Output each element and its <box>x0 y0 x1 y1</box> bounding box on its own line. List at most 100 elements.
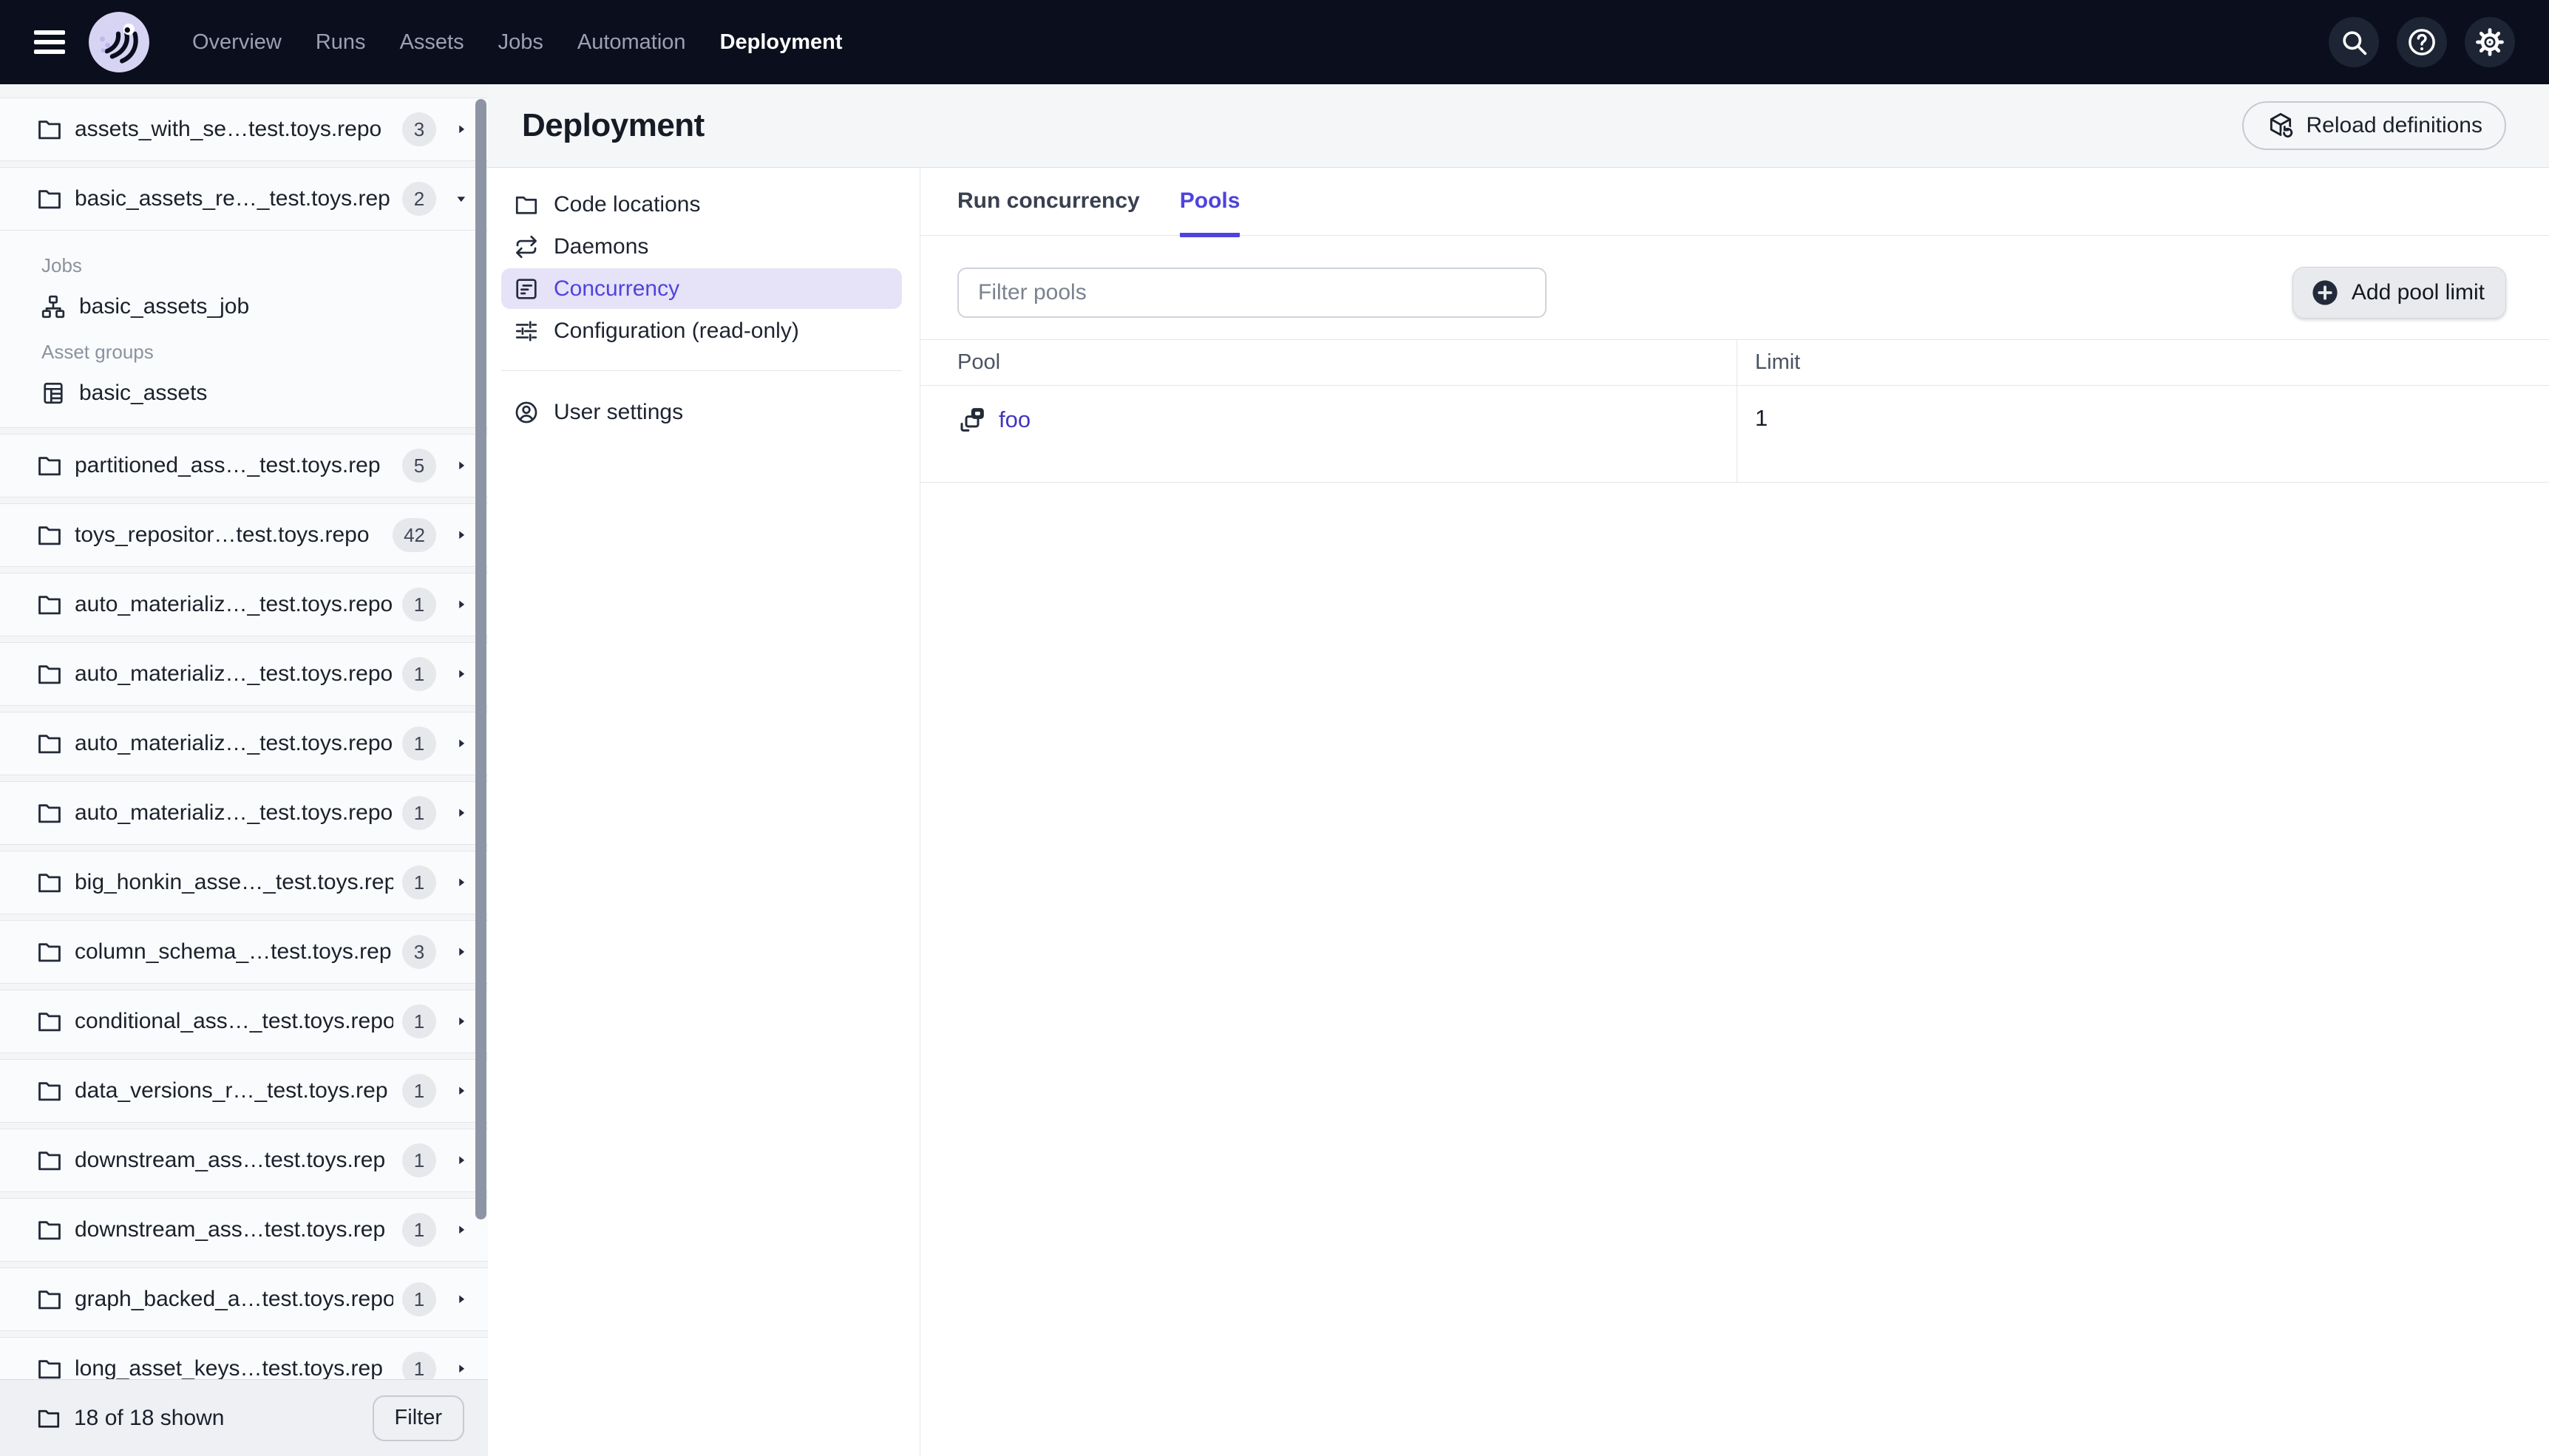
help-icon[interactable] <box>2397 17 2447 67</box>
repository-row-header[interactable]: basic_assets_re…_test.toys.rep 2 <box>0 168 488 230</box>
repository-row-header[interactable]: auto_materializ…_test.toys.repo 1 <box>0 643 488 705</box>
repository-name: auto_materializ…_test.toys.repo <box>75 661 393 686</box>
chevron-right-icon[interactable] <box>452 666 470 682</box>
repository-name: big_honkin_asse…_test.toys.rep <box>75 870 393 894</box>
chevron-right-icon[interactable] <box>452 121 470 137</box>
hamburger-menu-icon[interactable] <box>34 25 65 59</box>
repository-row-header[interactable]: data_versions_r…_test.toys.rep 1 <box>0 1060 488 1122</box>
topnav-item-jobs[interactable]: Jobs <box>498 30 543 55</box>
page-header: Deployment Reload definitions <box>488 84 2549 168</box>
repository-row-header[interactable]: auto_materializ…_test.toys.repo 1 <box>0 782 488 844</box>
repository-row: downstream_ass…test.toys.rep 1 <box>0 1129 488 1192</box>
pool-name: foo <box>999 406 1031 432</box>
reload-definitions-button[interactable]: Reload definitions <box>2241 101 2506 150</box>
settings-gear-icon[interactable] <box>2465 17 2515 67</box>
sidebar-item-basic-assets-job[interactable]: basic_assets_job <box>40 293 488 320</box>
sidebar-scrollbar[interactable] <box>475 99 486 1219</box>
settings-nav-label: Daemons <box>554 234 649 259</box>
repository-name: conditional_ass…_test.toys.repo <box>75 1009 393 1033</box>
chevron-right-icon[interactable] <box>452 874 470 891</box>
pool-link-foo[interactable]: foo <box>957 405 1031 435</box>
chevron-right-icon[interactable] <box>452 527 470 543</box>
chevron-right-icon[interactable] <box>452 805 470 821</box>
chevron-right-icon[interactable] <box>452 735 470 752</box>
repository-row-header[interactable]: auto_materializ…_test.toys.repo 1 <box>0 574 488 636</box>
repository-row-header[interactable]: partitioned_ass…_test.toys.rep 5 <box>0 435 488 497</box>
top-nav-items: Overview Runs Assets Jobs Automation Deployme… <box>192 30 843 55</box>
main-area: Deployment Reload definitions Code locat… <box>488 84 2549 1456</box>
repository-name: auto_materializ…_test.toys.repo <box>75 800 393 825</box>
settings-nav-item-user-settings[interactable]: User settings <box>501 392 902 432</box>
tab-pools[interactable]: Pools <box>1179 188 1240 237</box>
repository-row-header[interactable]: downstream_ass…test.toys.rep 1 <box>0 1199 488 1261</box>
chevron-right-icon[interactable] <box>452 1152 470 1168</box>
topnav-item-runs[interactable]: Runs <box>316 30 366 55</box>
repository-row-header[interactable]: graph_backed_a…test.toys.repo 1 <box>0 1268 488 1330</box>
folder-icon <box>35 1355 64 1379</box>
chevron-right-icon[interactable] <box>452 1361 470 1377</box>
sidebar-item-label: basic_assets_job <box>79 294 250 319</box>
repository-row-header[interactable]: conditional_ass…_test.toys.repo 1 <box>0 990 488 1052</box>
asset-count-badge: 1 <box>402 1074 436 1108</box>
sidebar-item-basic-assets[interactable]: basic_assets <box>40 380 488 406</box>
settings-nav-item-concurrency[interactable]: Concurrency <box>501 268 902 309</box>
filter-pools-input[interactable] <box>957 268 1547 318</box>
asset-count-badge: 1 <box>402 1213 436 1247</box>
repository-row: basic_assets_re…_test.toys.rep 2 Jobs basic… <box>0 167 488 428</box>
chevron-right-icon[interactable] <box>452 1222 470 1238</box>
tab-run-concurrency[interactable]: Run concurrency <box>957 188 1140 237</box>
user-icon <box>513 399 540 426</box>
topnav-item-overview[interactable]: Overview <box>192 30 282 55</box>
repository-row-header[interactable]: downstream_ass…test.toys.rep 1 <box>0 1129 488 1191</box>
settings-nav-label: User settings <box>554 399 684 424</box>
repository-row: graph_backed_a…test.toys.repo 1 <box>0 1268 488 1331</box>
folder-icon <box>35 1077 64 1105</box>
page-title: Deployment <box>522 107 705 143</box>
daemons-icon <box>513 234 540 260</box>
topnav-item-deployment[interactable]: Deployment <box>720 30 843 55</box>
settings-nav-label: Code locations <box>554 191 701 217</box>
dagster-app: Overview Runs Assets Jobs Automation Deployme… <box>0 0 2549 1456</box>
filter-button[interactable]: Filter <box>372 1395 464 1441</box>
add-pool-limit-button[interactable]: Add pool limit <box>2292 267 2506 319</box>
filter-button-label: Filter <box>394 1406 442 1429</box>
settings-nav-label: Concurrency <box>554 276 680 301</box>
chevron-right-icon[interactable] <box>452 596 470 613</box>
settings-nav-item-code-locations[interactable]: Code locations <box>501 184 902 225</box>
topnav-item-automation[interactable]: Automation <box>577 30 686 55</box>
search-icon[interactable] <box>2329 17 2379 67</box>
asset-count-badge: 5 <box>402 449 436 483</box>
chevron-right-icon[interactable] <box>452 457 470 474</box>
repository-row-header[interactable]: column_schema_…test.toys.rep 3 <box>0 921 488 983</box>
dagster-logo-icon[interactable] <box>87 10 151 74</box>
repository-list: assets_with_se…test.toys.repo 3 basic_asse… <box>0 84 488 1379</box>
chevron-down-icon[interactable] <box>452 191 470 207</box>
pool-cell: foo <box>920 386 1737 482</box>
chevron-right-icon[interactable] <box>452 1291 470 1307</box>
asset-count-badge: 1 <box>402 727 436 761</box>
repository-row-header[interactable]: assets_with_se…test.toys.repo 3 <box>0 98 488 160</box>
repository-name: downstream_ass…test.toys.rep <box>75 1217 386 1242</box>
chevron-right-icon[interactable] <box>452 944 470 960</box>
repository-row-header[interactable]: long_asset_keys…test.toys.rep 1 <box>0 1338 488 1379</box>
repository-row-header[interactable]: toys_repositor…test.toys.repo 42 <box>0 504 488 566</box>
repository-row-header[interactable]: big_honkin_asse…_test.toys.rep 1 <box>0 851 488 914</box>
folder-icon <box>35 521 64 549</box>
pool-table-row: foo 1 <box>920 386 2549 483</box>
chevron-right-icon[interactable] <box>452 1013 470 1030</box>
chevron-right-icon[interactable] <box>452 1083 470 1099</box>
settings-nav-item-configuration-read-only[interactable]: Configuration (read-only) <box>501 310 902 351</box>
repository-row: downstream_ass…test.toys.rep 1 <box>0 1198 488 1262</box>
repository-row: auto_materializ…_test.toys.repo 1 <box>0 573 488 636</box>
repository-name: downstream_ass…test.toys.rep <box>75 1148 386 1172</box>
pools-toolbar: Add pool limit <box>957 267 2506 319</box>
reload-definitions-label: Reload definitions <box>2306 113 2483 137</box>
repository-row: long_asset_keys…test.toys.rep 1 <box>0 1337 488 1379</box>
settings-nav-item-daemons[interactable]: Daemons <box>501 226 902 267</box>
sidebar-footer: 18 of 18 shown Filter <box>0 1379 488 1456</box>
settings-nav-label: Configuration (read-only) <box>554 318 799 343</box>
topnav-item-assets[interactable]: Assets <box>400 30 464 55</box>
folder-icon <box>35 1216 64 1244</box>
repository-row-header[interactable]: auto_materializ…_test.toys.repo 1 <box>0 712 488 775</box>
deployment-content: Code locations Daemons Concurrency Configur… <box>488 168 2549 1456</box>
